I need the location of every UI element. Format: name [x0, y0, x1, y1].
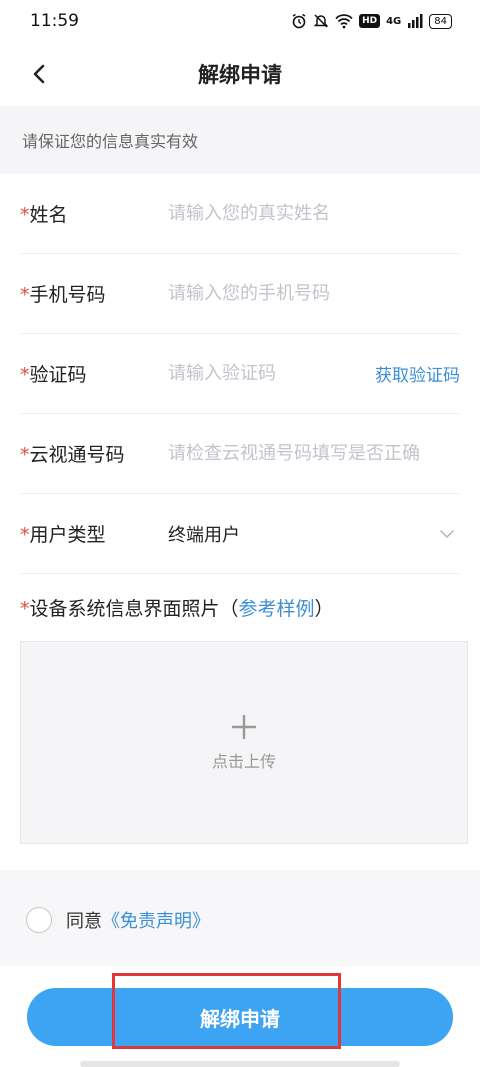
number-label: *云视通号码 — [20, 444, 125, 466]
wifi-icon — [335, 13, 353, 29]
back-arrow-icon[interactable] — [26, 60, 54, 88]
required-mark: * — [20, 598, 30, 620]
phone-input[interactable] — [168, 283, 460, 304]
sample-link[interactable]: 参考样例 — [239, 598, 315, 620]
agree-row: 同意 《免责声明》 — [26, 904, 210, 936]
nav-bar: 解绑申请 — [0, 42, 480, 106]
status-time: 11:59 — [30, 11, 79, 31]
upload-text: 点击上传 — [211, 751, 276, 771]
phone-row: *手机号码 — [20, 254, 460, 334]
status-bar: 11:59 HD 4G 84 — [0, 0, 480, 42]
disclaimer-link[interactable]: 《免责声明》 — [102, 907, 210, 933]
name-label: *姓名 — [20, 204, 68, 226]
plus-icon — [231, 714, 257, 739]
user-type-select[interactable]: 终端用户 — [168, 521, 438, 547]
number-input[interactable] — [168, 443, 460, 464]
required-mark: * — [20, 204, 30, 226]
user-type-label: *用户类型 — [20, 524, 106, 546]
name-row: *姓名 — [20, 174, 460, 254]
alarm-icon — [291, 13, 307, 29]
code-label: *验证码 — [20, 364, 87, 386]
home-indicator — [80, 1061, 400, 1067]
network-type: 4G — [386, 15, 402, 27]
info-notice: 请保证您的信息真实有效 — [0, 106, 480, 174]
mute-bell-icon — [313, 13, 329, 29]
agree-text: 同意 — [66, 911, 102, 932]
name-input[interactable] — [168, 203, 460, 224]
required-mark: * — [20, 444, 30, 466]
number-row: *云视通号码 — [20, 414, 460, 494]
upload-area[interactable]: 点击上传 — [20, 641, 468, 844]
submit-unbind-button[interactable]: 解绑申请 — [27, 988, 453, 1046]
agree-radio[interactable] — [26, 907, 52, 933]
battery-indicator: 84 — [429, 13, 452, 29]
status-icons: HD 4G 84 — [291, 13, 452, 29]
page-title: 解绑申请 — [198, 63, 282, 87]
chevron-down-icon[interactable] — [438, 525, 456, 543]
code-row: *验证码 获取验证码 — [20, 334, 460, 414]
hd-badge: HD — [359, 14, 381, 28]
required-mark: * — [20, 284, 30, 306]
user-type-row[interactable]: *用户类型 终端用户 — [20, 494, 460, 574]
code-input[interactable] — [168, 363, 367, 384]
photo-label: *设备系统信息界面照片（参考样例） — [20, 598, 334, 620]
required-mark: * — [20, 524, 30, 546]
signal-icon — [407, 14, 423, 28]
phone-label: *手机号码 — [20, 284, 106, 306]
required-mark: * — [20, 364, 30, 386]
unbind-form: *姓名 *手机号码 *验证码 获取验证码 *云视通号码 *用户类型 终端用户 — [0, 174, 480, 574]
get-code-button[interactable]: 获取验证码 — [375, 361, 460, 386]
